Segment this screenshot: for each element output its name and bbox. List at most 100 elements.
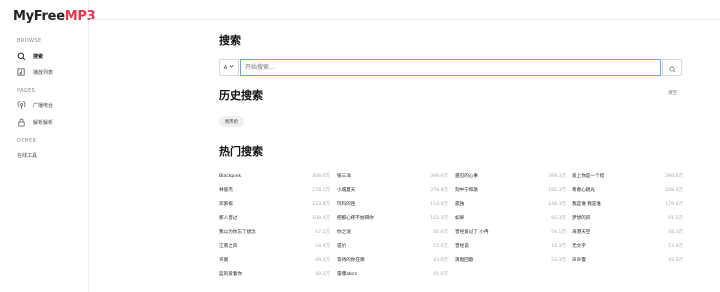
hot-item[interactable]: 曾经爱过了 小冉 54.1万 bbox=[455, 226, 566, 238]
hot-item[interactable]: 雷爆abcs 41.6万 bbox=[337, 268, 448, 280]
hot-item[interactable]: 如果 95.3万 bbox=[455, 212, 566, 224]
hot-item[interactable]: Blackpink 408.6万 bbox=[219, 170, 330, 182]
lock-icon bbox=[17, 118, 26, 127]
hot-item-name: 那人曾过 bbox=[219, 216, 238, 221]
hot-item-count: 278.8万 bbox=[430, 188, 448, 193]
hot-item[interactable]: 遗价 15.6万 bbox=[337, 240, 448, 252]
app-logo[interactable]: MyFreeMP3 bbox=[13, 9, 96, 24]
hot-item[interactable]: 声声慢 42.3万 bbox=[572, 254, 683, 266]
playlist-icon bbox=[17, 68, 26, 77]
hot-item-count: 14.3万 bbox=[551, 244, 566, 249]
history-chip[interactable]: 周杰伦 bbox=[219, 116, 244, 127]
sidebar: MyFreeMP3 BROWSE 搜索 播放列表 PAGES 广播电台 解析解析… bbox=[0, 0, 96, 292]
hot-item-name: 刻中宁和歌 bbox=[455, 188, 478, 193]
hot-item[interactable]: 孤独 148.3万 bbox=[455, 198, 566, 210]
hot-item[interactable]: 蓝的爱着你 48.3万 bbox=[219, 268, 330, 280]
hot-item-count: 42.3万 bbox=[668, 258, 683, 263]
hot-item[interactable]: 爱上你是一个错 398.6万 bbox=[572, 170, 683, 182]
hot-row: 蓝的爱着你 48.3万 雷爆abcs 41.6万 bbox=[219, 268, 682, 280]
hot-item[interactable]: 江南之风 18.9万 bbox=[219, 240, 330, 252]
hot-item-count: 54.1万 bbox=[551, 230, 566, 235]
hot-item-name: 小城夏天 bbox=[337, 188, 356, 193]
hot-item[interactable]: 许嵩 49.2万 bbox=[219, 254, 330, 266]
sidebar-item-label: 播放列表 bbox=[33, 70, 54, 76]
hot-item[interactable]: 曾经说 14.3万 bbox=[455, 240, 566, 252]
hot-item-name: 玛玛的连 bbox=[337, 202, 356, 207]
hot-item-name: 演唱回歌 bbox=[455, 258, 474, 263]
hot-item[interactable]: 演唱回歌 53.3万 bbox=[455, 254, 566, 266]
hot-item-count: 49.2万 bbox=[315, 258, 330, 263]
hot-item-count: 13.9万 bbox=[668, 244, 683, 249]
hot-item-count: 133.8万 bbox=[312, 202, 330, 207]
section-label-browse: BROWSE bbox=[17, 38, 42, 44]
hot-item[interactable]: 把那心疼不妨碍你 102.3万 bbox=[337, 212, 448, 224]
chevron-down-icon bbox=[229, 64, 234, 71]
hot-row: 许嵩 49.2万 等待的你在哪 43.6万 演唱回歌 53.3万 声声慢 42.3万 bbox=[219, 254, 683, 266]
hot-item-name: 我是谁 我是谁 bbox=[572, 202, 602, 207]
hot-item-name: 遇见的心事 bbox=[455, 174, 478, 179]
sidebar-item-tools[interactable]: 在线工具 bbox=[17, 150, 37, 161]
hot-item-name: 林俊杰 bbox=[219, 188, 233, 193]
sidebar-item-radio[interactable]: 广播电台 bbox=[17, 100, 53, 111]
hot-item-count: 48.3万 bbox=[315, 272, 330, 277]
hot-item-name: 青春心跳光 bbox=[572, 188, 595, 193]
hot-item[interactable]: 等待的你在哪 43.6万 bbox=[337, 254, 448, 266]
hot-item-name: 蓝的爱着你 bbox=[219, 272, 242, 277]
sidebar-item-playlist[interactable]: 播放列表 bbox=[17, 67, 53, 78]
section-label-pages: PAGES bbox=[17, 88, 36, 94]
hot-item-count: 43.6万 bbox=[433, 258, 448, 263]
hot-item-name: 海港天空 bbox=[572, 230, 591, 235]
hot-item[interactable]: 刻中宁和歌 182.3万 bbox=[455, 184, 566, 196]
hot-item-count: 102.3万 bbox=[430, 216, 448, 221]
sidebar-item-search[interactable]: 搜索 bbox=[17, 51, 43, 62]
hot-item[interactable]: 我是谁 我是谁 129.6万 bbox=[572, 198, 683, 210]
clear-history-button[interactable]: 清空 bbox=[668, 90, 677, 96]
hot-item[interactable]: 你之谜 56.8万 bbox=[337, 226, 448, 238]
hot-item-count: 148.3万 bbox=[548, 202, 566, 207]
hot-item[interactable]: 邓紫棋 133.8万 bbox=[219, 198, 330, 210]
hot-item-count: 114.9万 bbox=[430, 202, 448, 207]
hot-item-name: 我以为你忘了想念 bbox=[219, 230, 256, 235]
hot-item-name: 孤独 bbox=[455, 202, 465, 207]
hot-item-count: 91.2万 bbox=[668, 216, 683, 221]
hot-item[interactable]: 那人曾过 108.4万 bbox=[219, 212, 330, 224]
source-select-value: A bbox=[223, 64, 228, 71]
hot-item-count: 278.1万 bbox=[312, 188, 330, 193]
hot-row: Blackpink 408.6万 张三洋 399.6万 遇见的心事 399.3万 爱上… bbox=[219, 170, 683, 182]
hot-row: 邓紫棋 133.8万 玛玛的连 114.9万 孤独 148.3万 我是谁 我是谁 129… bbox=[219, 198, 683, 210]
hot-item[interactable]: 林俊杰 278.1万 bbox=[219, 184, 330, 196]
hot-item-name: 遗价 bbox=[337, 244, 347, 249]
sidebar-item-label: 解析解析 bbox=[33, 120, 54, 126]
section-label-other: OTHER bbox=[17, 138, 37, 144]
search-input[interactable] bbox=[240, 59, 661, 76]
sidebar-item-parse[interactable]: 解析解析 bbox=[17, 117, 53, 128]
hot-item[interactable]: 玛玛的连 114.9万 bbox=[337, 198, 448, 210]
search-button[interactable] bbox=[662, 59, 682, 76]
hot-item-name: 许嵩 bbox=[219, 258, 229, 263]
hot-item-name: 把那心疼不妨碍你 bbox=[337, 216, 374, 221]
hot-item[interactable]: 我以为你忘了想念 47.1万 bbox=[219, 226, 330, 238]
hot-row: 那人曾过 108.4万 把那心疼不妨碍你 102.3万 如果 95.3万 梦想的风 91… bbox=[219, 212, 683, 224]
sidebar-item-label: 搜索 bbox=[33, 54, 44, 60]
hot-item[interactable]: 无文字 13.9万 bbox=[572, 240, 683, 252]
hot-item[interactable]: 海港天空 48.3万 bbox=[572, 226, 683, 238]
sidebar-item-label: 在线工具 bbox=[17, 153, 38, 159]
hot-item[interactable]: 梦想的风 91.2万 bbox=[572, 212, 683, 224]
hot-item-count: 95.3万 bbox=[551, 216, 566, 221]
hot-item[interactable]: 小城夏天 278.8万 bbox=[337, 184, 448, 196]
hot-item-name: 等待的你在哪 bbox=[337, 258, 365, 263]
source-select[interactable]: A bbox=[219, 59, 239, 76]
hot-item[interactable]: 遇见的心事 399.3万 bbox=[455, 170, 566, 182]
search-bar: A bbox=[219, 59, 682, 76]
logo-text: MyFree bbox=[13, 9, 65, 24]
hot-item-name: 雷爆abcs bbox=[337, 272, 357, 277]
hot-item-name: 无文字 bbox=[572, 244, 586, 249]
hot-item[interactable]: 张三洋 399.6万 bbox=[337, 170, 448, 182]
hot-item-name: 邓紫棋 bbox=[219, 202, 233, 207]
hot-item-name: 曾经爱过了 小冉 bbox=[455, 230, 489, 235]
hot-item-name: 梦想的风 bbox=[572, 216, 591, 221]
hot-item-count: 41.6万 bbox=[433, 272, 448, 277]
hot-item-name: 江南之风 bbox=[219, 244, 238, 249]
hot-item[interactable]: 青春心跳光 168.4万 bbox=[572, 184, 683, 196]
radio-icon bbox=[17, 100, 26, 110]
